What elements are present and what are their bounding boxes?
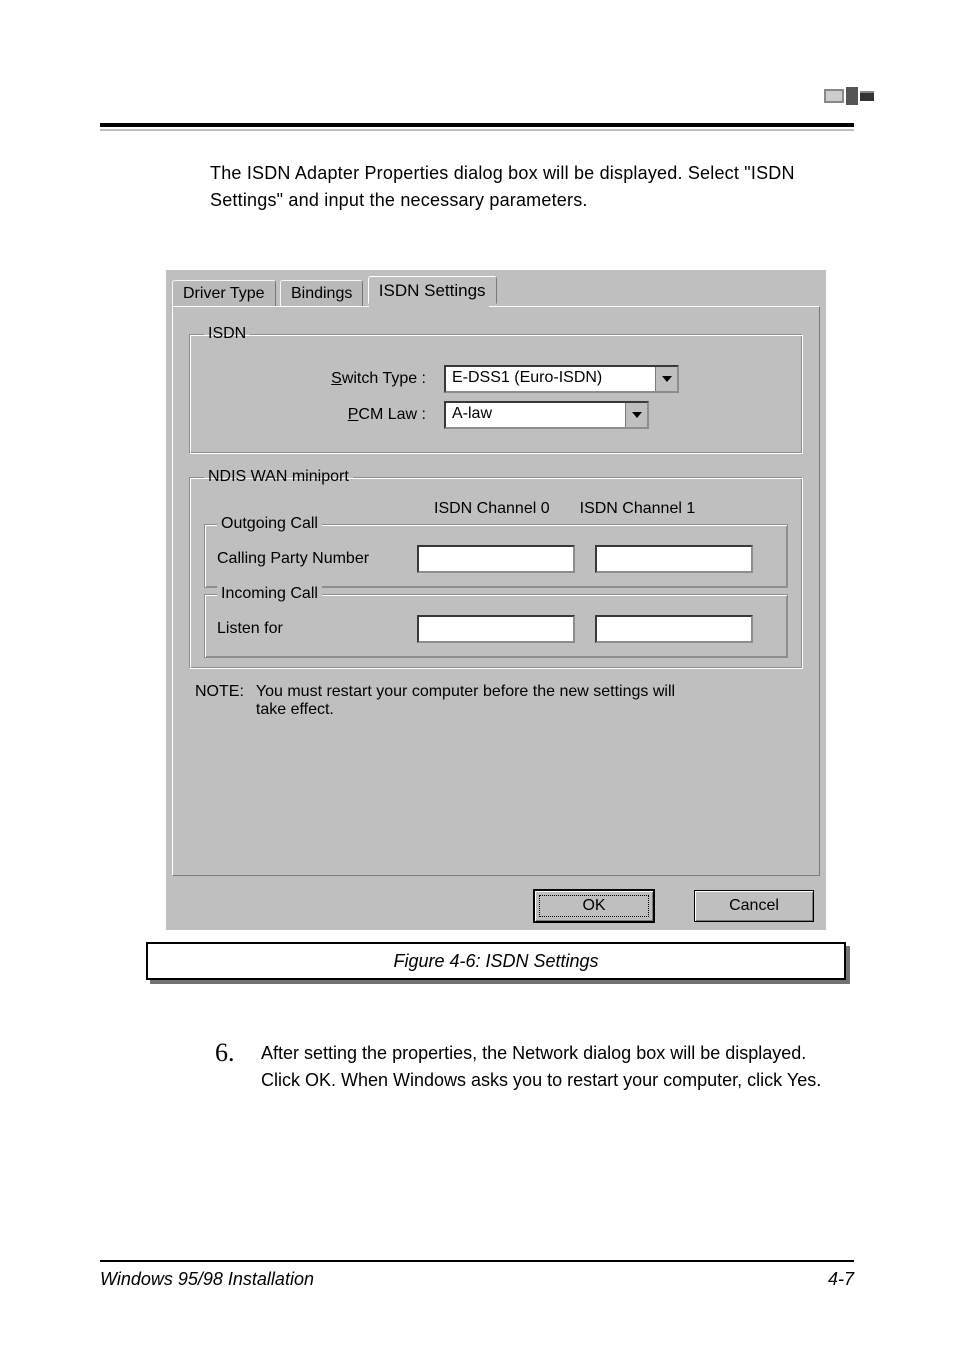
label-pcm-law: PCM Law :	[204, 406, 444, 424]
figure-caption-bar: Figure 4-6: ISDN Settings	[146, 942, 846, 980]
combo-switch-type[interactable]: E-DSS1 (Euro-ISDN)	[444, 365, 679, 393]
combo-pcm-law[interactable]: A-law	[444, 401, 649, 429]
corner-device-icon	[824, 85, 874, 107]
step-6-number: 6.	[215, 1040, 243, 1094]
dialog-buttons: OK Cancel	[534, 890, 814, 922]
row-pcm-law: PCM Law : A-law	[204, 401, 788, 429]
cancel-button[interactable]: Cancel	[694, 890, 814, 922]
footer-page-number: 4-7	[828, 1269, 854, 1290]
tabstrip: Driver Type Bindings ISDN Settings	[172, 276, 820, 306]
dialog-screenshot: Driver Type Bindings ISDN Settings ISDN …	[166, 270, 826, 930]
note-value: You must restart your computer before th…	[256, 683, 676, 719]
ok-button[interactable]: OK	[534, 890, 654, 922]
label-calling-party-number: Calling Party Number	[217, 550, 417, 568]
input-incoming-ch0[interactable]	[417, 615, 575, 643]
note-key: NOTE:	[195, 683, 244, 719]
tab-isdn-settings[interactable]: ISDN Settings	[368, 276, 497, 304]
subgroup-outgoing: Outgoing Call Calling Party Number	[204, 524, 788, 588]
group-isdn-legend: ISDN	[204, 325, 250, 343]
combo-switch-type-value: E-DSS1 (Euro-ISDN)	[446, 367, 655, 391]
subgroup-incoming: Incoming Call Listen for	[204, 594, 788, 658]
miniport-column-headers: ISDN Channel 0 ISDN Channel 1	[434, 500, 788, 518]
isdn-properties-dialog: Driver Type Bindings ISDN Settings ISDN …	[166, 270, 826, 930]
footer-rule	[100, 1260, 854, 1262]
step-6: 6. After setting the properties, the Net…	[215, 1040, 824, 1094]
tab-bindings[interactable]: Bindings	[280, 280, 363, 308]
intro-text: The ISDN Adapter Properties dialog box w…	[210, 160, 824, 214]
input-outgoing-ch0[interactable]	[417, 545, 575, 573]
tab-driver-type[interactable]: Driver Type	[172, 280, 276, 308]
tab-body: ISDN Switch Type : E-DSS1 (Euro-ISDN)	[172, 306, 820, 876]
chevron-down-icon[interactable]	[625, 403, 647, 427]
group-miniport-legend: NDIS WAN miniport	[204, 468, 353, 486]
subgroup-outgoing-legend: Outgoing Call	[217, 515, 322, 533]
input-incoming-ch1[interactable]	[595, 615, 753, 643]
label-listen-for: Listen for	[217, 620, 417, 638]
subgroup-incoming-legend: Incoming Call	[217, 585, 322, 603]
group-miniport: NDIS WAN miniport ISDN Channel 0 ISDN Ch…	[189, 468, 803, 669]
group-isdn: ISDN Switch Type : E-DSS1 (Euro-ISDN)	[189, 325, 803, 454]
footer-title: Windows 95/98 Installation	[100, 1269, 314, 1290]
col-header-channel-0: ISDN Channel 0	[434, 500, 550, 518]
step-6-body: After setting the properties, the Networ…	[261, 1040, 824, 1094]
header-rule	[100, 123, 854, 127]
figure-caption-text: Figure 4-6: ISDN Settings	[393, 951, 598, 972]
col-header-channel-1: ISDN Channel 1	[580, 500, 696, 518]
input-outgoing-ch1[interactable]	[595, 545, 753, 573]
label-switch-type: Switch Type :	[204, 370, 444, 388]
row-switch-type: Switch Type : E-DSS1 (Euro-ISDN)	[204, 365, 788, 393]
note: NOTE: You must restart your computer bef…	[189, 683, 803, 719]
chevron-down-icon[interactable]	[655, 367, 677, 391]
combo-pcm-law-value: A-law	[446, 403, 625, 427]
